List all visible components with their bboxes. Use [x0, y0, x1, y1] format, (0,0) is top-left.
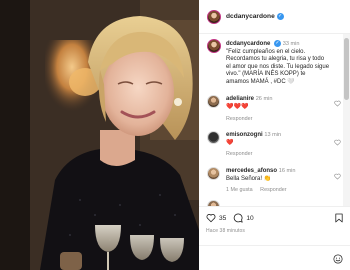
comments-list[interactable]: dcdanycardone ✓ 33 min "Feliz cumpleaños… [199, 34, 343, 206]
portrait-image [0, 0, 199, 270]
add-comment-bar[interactable] [199, 245, 350, 270]
caption-username[interactable]: dcdanycardone [226, 41, 270, 47]
instagram-post-modal: dcdanycardone ✓ dcdanycardone ✓ 33 min "… [0, 0, 350, 270]
comment-username[interactable]: emisonzogni [226, 132, 263, 138]
comment-text: ❤️ [226, 139, 234, 146]
post-photo[interactable] [0, 0, 199, 270]
comment-time: 16 min [278, 168, 296, 174]
reply-button[interactable]: Responder [226, 116, 252, 122]
like-comment-heart-icon[interactable] [334, 173, 341, 180]
commenter-avatar[interactable] [207, 95, 220, 108]
caption-avatar[interactable] [207, 39, 221, 53]
comment-count[interactable]: 10 [246, 215, 253, 222]
comment-time: 26 min [255, 96, 273, 102]
caption-time: 33 min [282, 41, 300, 48]
action-row: 35 10 [206, 213, 261, 223]
author-username[interactable]: dcdanycardone [226, 13, 275, 20]
verified-badge-icon: ✓ [274, 40, 282, 47]
comment-meta: Responder [226, 151, 258, 157]
speech-bubble-icon[interactable] [233, 213, 243, 223]
like-comment-heart-icon[interactable] [334, 139, 341, 146]
comment-meta: 1 Me gusta Responder [226, 187, 293, 193]
like-count[interactable]: 35 [219, 215, 226, 222]
comment-username[interactable]: adelianire [226, 96, 254, 102]
comment-text: ❤️❤️❤️ [226, 103, 249, 110]
bookmark-icon[interactable] [335, 213, 343, 223]
comment-text: Bella Señora! 👏 [226, 175, 272, 182]
scrollbar-thumb[interactable] [344, 38, 349, 100]
author-avatar[interactable] [207, 9, 221, 24]
verified-badge-icon: ✓ [276, 13, 284, 20]
reply-button[interactable]: Responder [226, 151, 252, 157]
comment-meta: Responder [226, 116, 258, 122]
reply-button[interactable]: Responder [260, 187, 286, 193]
comments-scrollbar[interactable] [343, 34, 350, 206]
post-time-ago: Hace 38 minutos [206, 228, 246, 234]
comment-username[interactable]: mercedes_afonso [226, 168, 277, 174]
post-actions: 35 10 Hace 38 minutos [199, 206, 350, 270]
commenter-avatar[interactable] [207, 131, 220, 144]
post-side-panel: dcdanycardone ✓ dcdanycardone ✓ 33 min "… [199, 0, 350, 270]
post-header: dcdanycardone ✓ [199, 0, 350, 34]
caption-text: "Feliz cumpleaños en el cielo. Recordamo… [226, 48, 330, 86]
heart-icon[interactable] [206, 213, 216, 223]
smiley-icon[interactable] [333, 254, 343, 264]
comment-like-count[interactable]: 1 Me gusta [226, 187, 253, 193]
like-comment-heart-icon[interactable] [334, 100, 341, 107]
commenter-avatar[interactable] [207, 167, 220, 180]
comment-time: 13 min [264, 132, 282, 138]
